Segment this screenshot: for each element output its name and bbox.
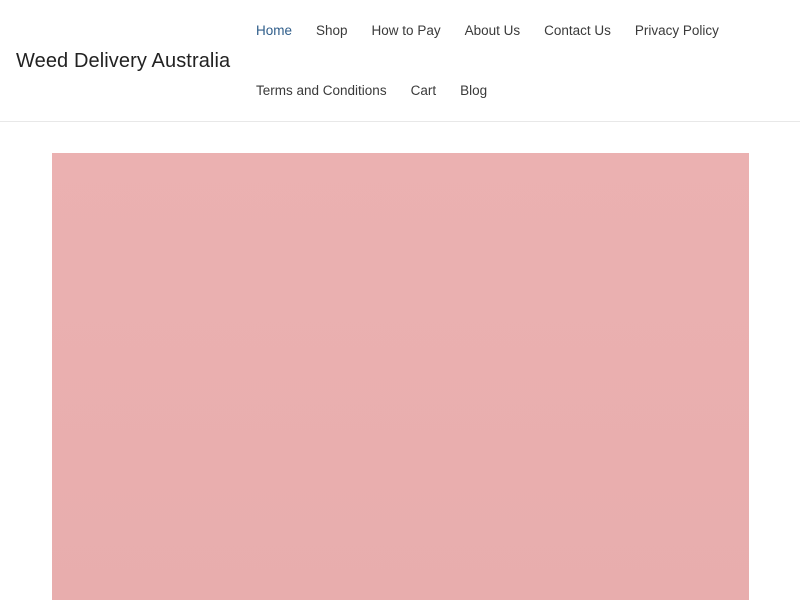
nav-item-terms-and-conditions[interactable]: Terms and Conditions [256, 82, 387, 100]
nav-item-contact-us[interactable]: Contact Us [544, 22, 611, 40]
nav-item-about-us[interactable]: About Us [465, 22, 521, 40]
nav-item-blog[interactable]: Blog [460, 82, 487, 100]
hero-image-placeholder [52, 153, 749, 600]
site-title[interactable]: Weed Delivery Australia [16, 50, 230, 73]
site-header: Weed Delivery Australia Home Shop How to… [0, 0, 800, 122]
nav-item-privacy-policy[interactable]: Privacy Policy [635, 22, 719, 40]
nav-item-how-to-pay[interactable]: How to Pay [372, 22, 441, 40]
nav-item-home[interactable]: Home [256, 22, 292, 40]
primary-nav-row-1: Home Shop How to Pay About Us Contact Us… [256, 22, 719, 40]
nav-item-shop[interactable]: Shop [316, 22, 348, 40]
nav-item-cart[interactable]: Cart [411, 82, 437, 100]
primary-nav-row-2: Terms and Conditions Cart Blog [256, 82, 487, 100]
